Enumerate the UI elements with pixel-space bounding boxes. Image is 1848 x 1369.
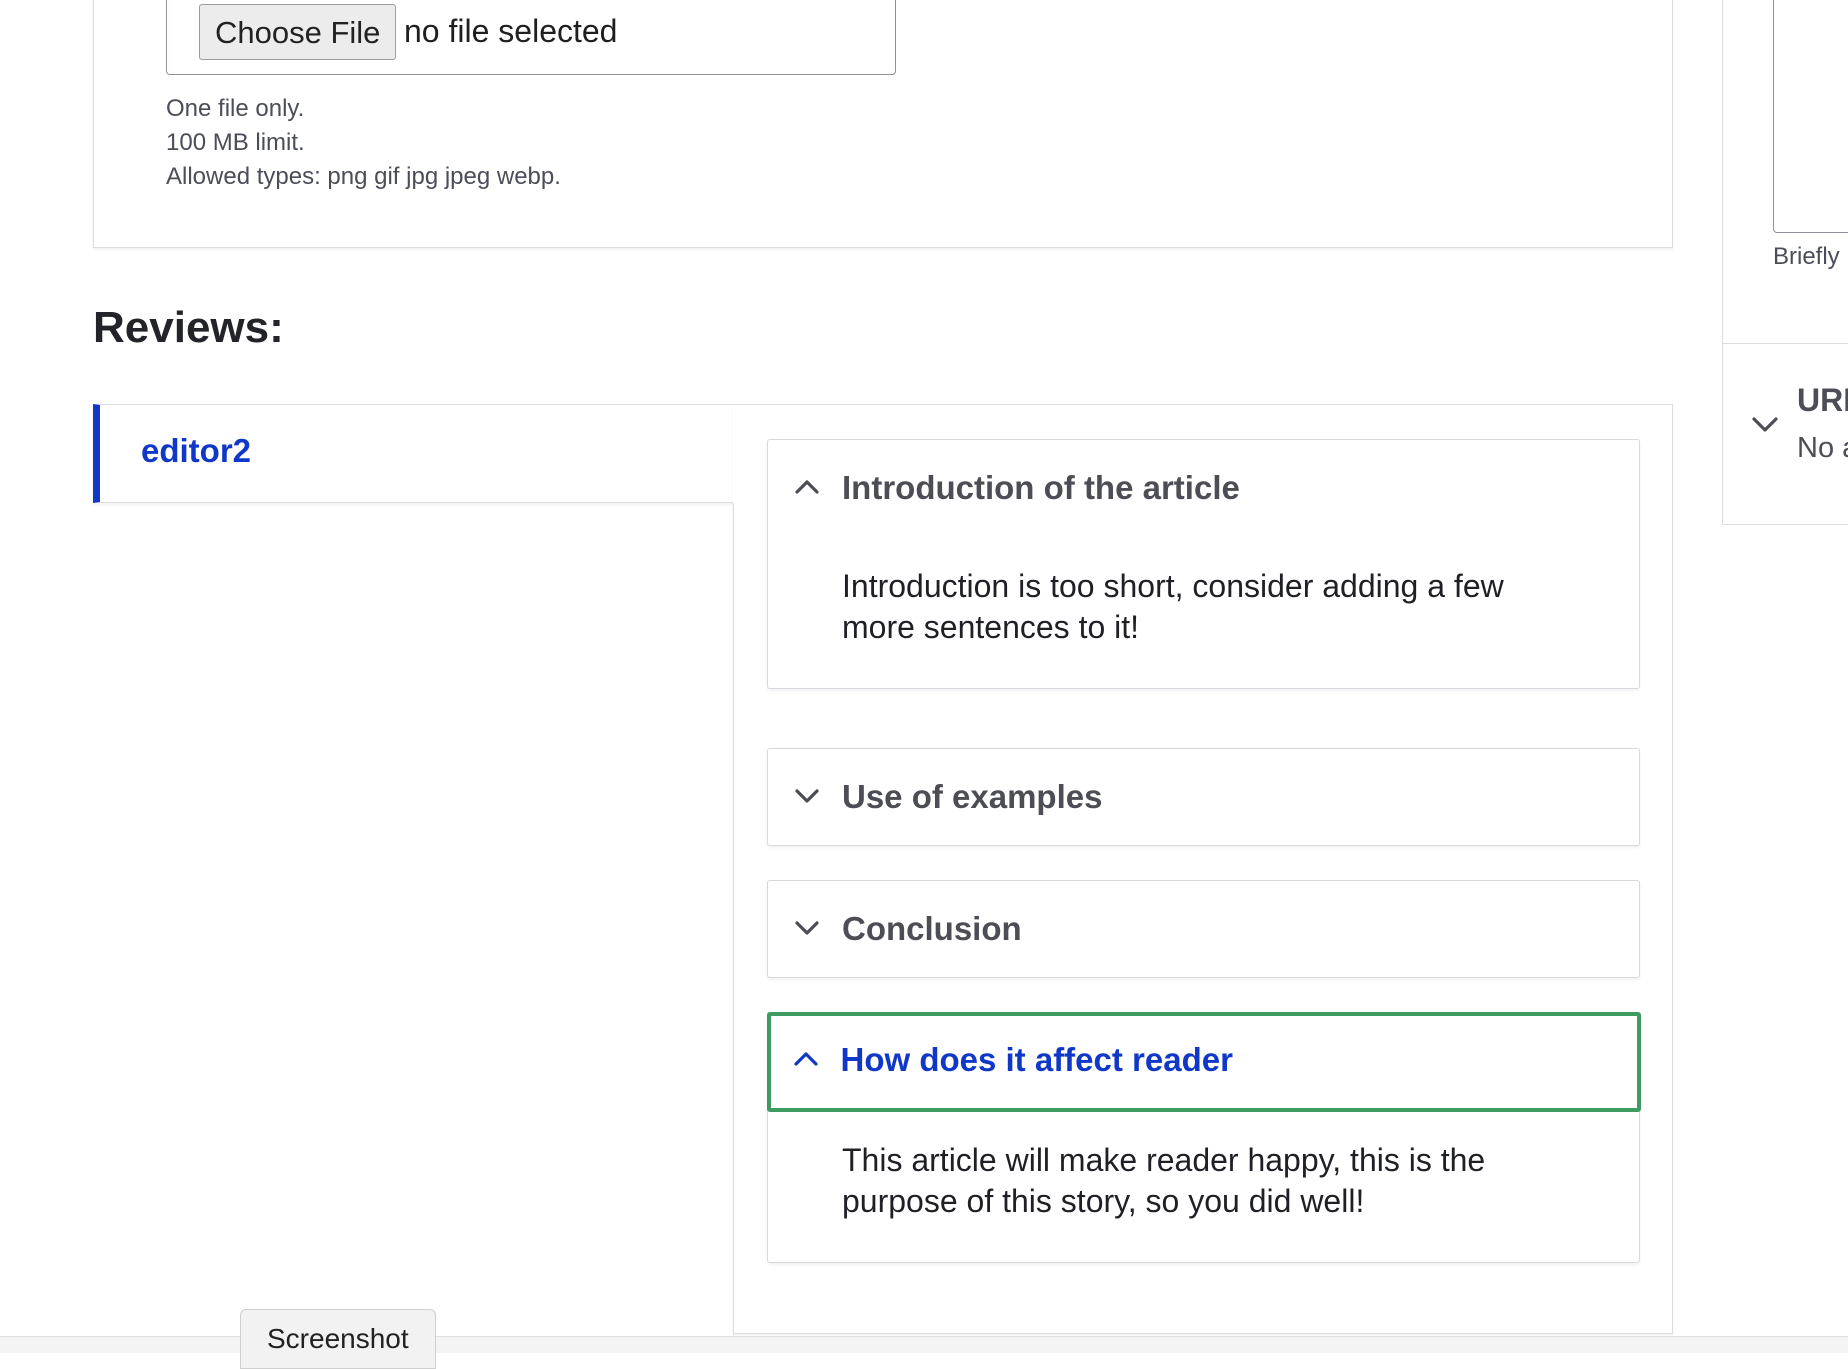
upload-help-text: One file only. 100 MB limit. Allowed typ…	[166, 92, 561, 194]
reviews-container: editor2 Introduction of the article Intr…	[93, 404, 1673, 1335]
accordion-header-reader-effect[interactable]: How does it affect reader	[766, 1011, 1641, 1112]
review-section-reader-effect: How does it affect reader This article w…	[766, 1011, 1641, 1263]
sidebar-column: Briefly URL No a	[1722, 0, 1848, 525]
reviewer-name-link[interactable]: editor2	[141, 427, 251, 475]
summary-help-text: Briefly	[1773, 243, 1840, 270]
sidebar-divider	[1723, 343, 1848, 344]
accordion-header-examples[interactable]: Use of examples	[768, 749, 1639, 845]
file-status-text: no file selected	[404, 13, 618, 49]
summary-textarea[interactable]	[1773, 0, 1848, 233]
file-input-wrapper: Choose File no file selected	[166, 0, 896, 75]
screenshot-button[interactable]: Screenshot	[240, 1309, 436, 1369]
chevron-up-icon	[795, 480, 819, 494]
chevron-up-icon	[793, 1051, 818, 1066]
accordion-title: Introduction of the article	[842, 469, 1240, 506]
accordion-header-conclusion[interactable]: Conclusion	[768, 881, 1639, 977]
accordion-title: Use of examples	[842, 778, 1103, 815]
file-upload-card: Choose File no file selected One file on…	[93, 0, 1673, 248]
chevron-down-icon	[795, 789, 819, 803]
sidebar-section-summary: No a	[1797, 432, 1848, 464]
review-section-examples: Use of examples	[767, 748, 1640, 846]
review-section-introduction: Introduction of the article Introduction…	[767, 439, 1640, 689]
choose-file-button[interactable]: Choose File	[199, 4, 397, 60]
reviewer-tab-editor2[interactable]: editor2	[93, 404, 734, 503]
review-section-conclusion: Conclusion	[767, 880, 1640, 978]
help-size-limit: 100 MB limit.	[166, 129, 305, 156]
help-allowed-types: Allowed types: png gif jpg jpeg webp.	[166, 163, 561, 190]
reviews-heading: Reviews:	[93, 303, 284, 352]
accordion-title: Conclusion	[842, 910, 1022, 947]
accordion-body: Introduction is too short, consider addi…	[842, 568, 1504, 645]
chevron-down-icon	[795, 921, 819, 935]
help-file-count: One file only.	[166, 95, 305, 122]
accordion-body: This article will make reader happy, thi…	[842, 1142, 1486, 1219]
review-details-panel: Introduction of the article Introduction…	[733, 404, 1673, 1335]
sidebar-section-title[interactable]: URL	[1797, 378, 1848, 422]
accordion-header-introduction[interactable]: Introduction of the article	[768, 440, 1639, 536]
accordion-title: How does it affect reader	[840, 1040, 1233, 1078]
chevron-down-icon[interactable]	[1751, 410, 1779, 438]
